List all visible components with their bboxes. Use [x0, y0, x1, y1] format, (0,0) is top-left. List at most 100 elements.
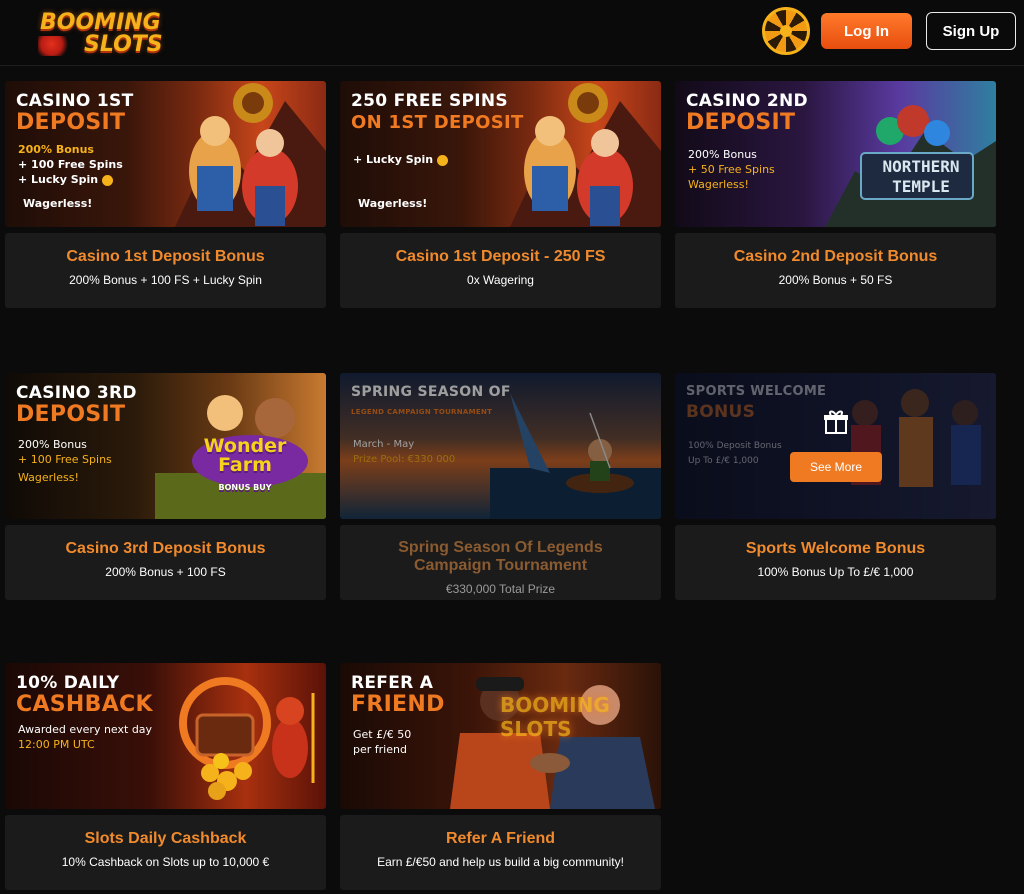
site-header: BOOMING SLOTS Log In Sign Up	[0, 0, 1024, 66]
banner-heading: CASINO 3RD DEPOSIT	[16, 383, 137, 427]
promo-banner[interactable]: NORTHERN TEMPLE CASINO 2ND DEPOSIT 200% B…	[675, 81, 996, 227]
promo-banner[interactable]: BOOMING SLOTS REFER A FRIEND Get £/€ 50 p…	[340, 663, 661, 809]
promo-card-casino-1st-deposit-250fs[interactable]: 250 FREE SPINS ON 1ST DEPOSIT + Lucky Spi…	[340, 81, 661, 308]
banner-line-1: Awarded every next day	[18, 723, 153, 736]
promo-card-sports-welcome-bonus[interactable]: SPORTS WELCOME BONUS 100% Deposit Bonus U…	[675, 373, 996, 600]
promo-title[interactable]: Refer A Friend	[340, 830, 661, 848]
banner-heading: SPORTS WELCOME BONUS	[686, 383, 826, 423]
banner-heading-2: ON 1ST DEPOSIT	[351, 112, 524, 133]
promo-info[interactable]: Spring Season Of Legends Campaign Tourna…	[340, 525, 661, 600]
banner-heading: REFER A FRIEND	[351, 673, 445, 717]
banner-heading-1: SPORTS WELCOME	[686, 384, 827, 399]
banner-details: Get £/€ 50 per friend	[353, 727, 411, 757]
banner-heading-2: FRIEND	[351, 692, 445, 717]
booming-slots-logo[interactable]: BOOMING SLOTS	[36, 8, 171, 58]
banner-heading-2: CASHBACK	[16, 692, 153, 717]
banner-heading-2: DEPOSIT	[16, 110, 126, 135]
promo-banner[interactable]: Wonder Farm BONUS BUY CASINO 3RD DEPOSIT …	[5, 373, 326, 519]
banner-heading-2: LEGEND CAMPAIGN TOURNAMENT	[351, 408, 493, 416]
banner-heading-1: CASINO 2ND	[686, 91, 808, 111]
banner-tag: Wagerless!	[688, 178, 749, 191]
booming-sign: BOOMING SLOTS	[500, 693, 610, 741]
promo-info[interactable]: Slots Daily Cashback 10% Cashback on Slo…	[5, 815, 326, 890]
banner-heading-2: BONUS	[686, 402, 756, 422]
lucky-spin-icon	[436, 154, 448, 166]
banner-details: 200% Bonus + 50 Free Spins Wagerless!	[688, 147, 775, 192]
game-title-1: NORTHERN	[882, 157, 960, 176]
banner-line-1: + Lucky Spin	[353, 153, 434, 166]
banner-line-2: Up To £/€ 1,000	[688, 456, 759, 466]
promo-card-casino-2nd-deposit[interactable]: NORTHERN TEMPLE CASINO 2ND DEPOSIT 200% B…	[675, 81, 996, 308]
banner-details: Awarded every next day 12:00 PM UTC	[18, 722, 152, 752]
promo-banner[interactable]: 10% DAILY CASHBACK Awarded every next day…	[5, 663, 326, 809]
promo-card-spring-season-tournament[interactable]: SPRING SEASON OF LEGEND CAMPAIGN TOURNAME…	[340, 373, 661, 600]
banner-details: 200% Bonus + 100 Free Spins Wagerless!	[18, 437, 112, 489]
promo-title[interactable]: Casino 1st Deposit Bonus	[5, 248, 326, 266]
wheel-of-fortune-icon[interactable]	[762, 7, 810, 55]
login-button[interactable]: Log In	[821, 13, 912, 49]
promo-title[interactable]: Sports Welcome Bonus	[675, 540, 996, 558]
promo-info[interactable]: Casino 1st Deposit Bonus 200% Bonus + 10…	[5, 233, 326, 308]
promo-subtitle: 200% Bonus + 50 FS	[778, 273, 893, 287]
promo-subtitle: €330,000 Total Prize	[445, 582, 556, 596]
promo-subtitle: 200% Bonus + 100 FS + Lucky Spin	[69, 273, 262, 287]
promo-info[interactable]: Casino 1st Deposit - 250 FS 0x Wagering	[340, 233, 661, 308]
game-title-3: BONUS BUY	[218, 483, 272, 492]
banner-heading-1: REFER A	[351, 673, 434, 693]
banner-line-2: + 100 Free Spins	[18, 453, 112, 466]
game-title-2: Farm	[218, 454, 272, 476]
promo-card-casino-1st-deposit[interactable]: CASINO 1ST DEPOSIT 200% Bonus + 100 Free …	[5, 81, 326, 308]
promo-title[interactable]: Casino 2nd Deposit Bonus	[675, 248, 996, 266]
promo-title[interactable]: Slots Daily Cashback	[5, 830, 326, 848]
banner-heading: 10% DAILY CASHBACK	[16, 673, 153, 717]
promo-illustration	[175, 83, 326, 227]
promo-banner[interactable]: SPRING SEASON OF LEGEND CAMPAIGN TOURNAME…	[340, 373, 661, 519]
promo-banner[interactable]: 250 FREE SPINS ON 1ST DEPOSIT + Lucky Spi…	[340, 81, 661, 227]
banner-line-2: per friend	[353, 743, 407, 756]
promo-card-casino-3rd-deposit[interactable]: Wonder Farm BONUS BUY CASINO 3RD DEPOSIT …	[5, 373, 326, 600]
banner-details: 100% Deposit Bonus Up To £/€ 1,000	[688, 439, 782, 469]
signup-button[interactable]: Sign Up	[926, 12, 1016, 50]
banner-line-2: + 50 Free Spins	[688, 163, 775, 176]
promo-illustration	[179, 677, 315, 800]
gift-icon	[824, 410, 848, 434]
promo-subtitle: Earn £/€50 and help us build a big commu…	[377, 855, 624, 869]
banner-line-3: + Lucky Spin	[18, 173, 99, 186]
promo-info[interactable]: Casino 3rd Deposit Bonus 200% Bonus + 10…	[5, 525, 326, 600]
promo-card-refer-a-friend[interactable]: BOOMING SLOTS REFER A FRIEND Get £/€ 50 p…	[340, 663, 661, 890]
banner-line-2: 12:00 PM UTC	[18, 738, 95, 751]
promo-title[interactable]: Casino 1st Deposit - 250 FS	[340, 248, 661, 266]
banner-line-2: Prize Pool: €330 000	[353, 454, 456, 465]
banner-heading-1: CASINO 3RD	[16, 383, 137, 403]
banner-line-1: Get £/€ 50	[353, 728, 412, 741]
banner-heading-2: DEPOSIT	[686, 110, 796, 135]
banner-heading-1: 10% DAILY	[16, 673, 120, 693]
game-title: NORTHERN TEMPLE	[865, 157, 977, 197]
promo-title[interactable]: Spring Season Of Legends Campaign Tourna…	[340, 539, 661, 575]
game-title-2: TEMPLE	[892, 177, 950, 196]
logo-splash	[38, 36, 72, 56]
promo-banner[interactable]: CASINO 1ST DEPOSIT 200% Bonus + 100 Free …	[5, 81, 326, 227]
promo-illustration	[510, 83, 661, 227]
promo-illustration	[825, 105, 996, 227]
promo-title[interactable]: Casino 3rd Deposit Bonus	[5, 540, 326, 558]
banner-line-1: 200% Bonus	[18, 438, 87, 451]
banner-heading-2: DEPOSIT	[16, 402, 126, 427]
banner-line-1: 200% Bonus	[688, 148, 757, 161]
banner-line-1: 200% Bonus	[18, 143, 94, 156]
promo-subtitle: 10% Cashback on Slots up to 10,000 €	[61, 855, 270, 869]
logo-line-2: SLOTS	[84, 32, 163, 57]
promo-info[interactable]: Refer A Friend Earn £/€50 and help us bu…	[340, 815, 661, 890]
promo-card-slots-daily-cashback[interactable]: 10% DAILY CASHBACK Awarded every next day…	[5, 663, 326, 890]
lucky-spin-icon	[101, 174, 113, 186]
promo-info[interactable]: Casino 2nd Deposit Bonus 200% Bonus + 50…	[675, 233, 996, 308]
banner-details: 200% Bonus + 100 Free Spins + Lucky Spin	[18, 142, 123, 187]
promo-illustration	[490, 393, 661, 519]
promo-info[interactable]: Sports Welcome Bonus 100% Bonus Up To £/…	[675, 525, 996, 600]
game-title: Wonder Farm BONUS BUY	[195, 437, 295, 494]
banner-heading: SPRING SEASON OF LEGEND CAMPAIGN TOURNAME…	[351, 383, 511, 421]
banner-heading: CASINO 1ST DEPOSIT	[16, 91, 133, 135]
see-more-button[interactable]: See More	[790, 452, 882, 482]
banner-tag: Wagerless!	[358, 197, 428, 210]
promo-banner[interactable]: SPORTS WELCOME BONUS 100% Deposit Bonus U…	[675, 373, 996, 519]
